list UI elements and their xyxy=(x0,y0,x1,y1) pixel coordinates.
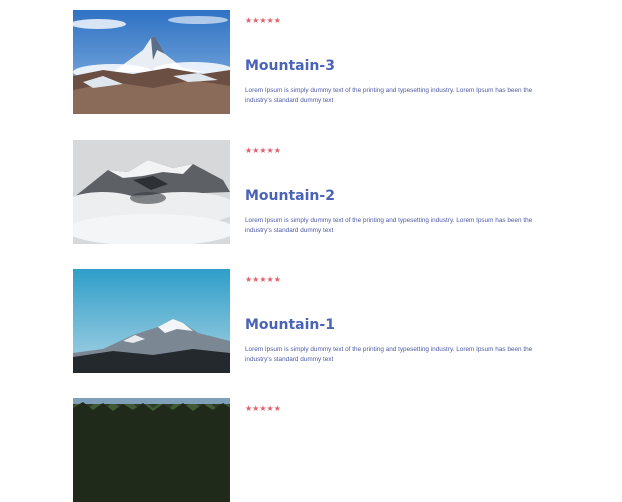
mountain-image[interactable] xyxy=(73,10,230,114)
card-description: Lorem Ipsum is simply dummy text of the … xyxy=(245,346,533,363)
rating-stars: ★★★★★ xyxy=(245,275,281,284)
rating-stars: ★★★★★ xyxy=(245,146,281,155)
rating-stars: ★★★★★ xyxy=(245,16,281,25)
card-title[interactable]: Mountain-1 xyxy=(245,316,335,334)
card-description: Lorem Ipsum is simply dummy text of the … xyxy=(245,87,533,104)
rating-stars: ★★★★★ xyxy=(245,404,281,413)
mountain-image[interactable] xyxy=(73,398,230,502)
card-title[interactable]: Mountain-3 xyxy=(245,57,335,75)
mountain-image[interactable] xyxy=(73,269,230,373)
card-title[interactable]: Mountain-2 xyxy=(245,187,335,205)
mountain-image[interactable] xyxy=(73,140,230,244)
card-description: Lorem Ipsum is simply dummy text of the … xyxy=(245,217,533,234)
